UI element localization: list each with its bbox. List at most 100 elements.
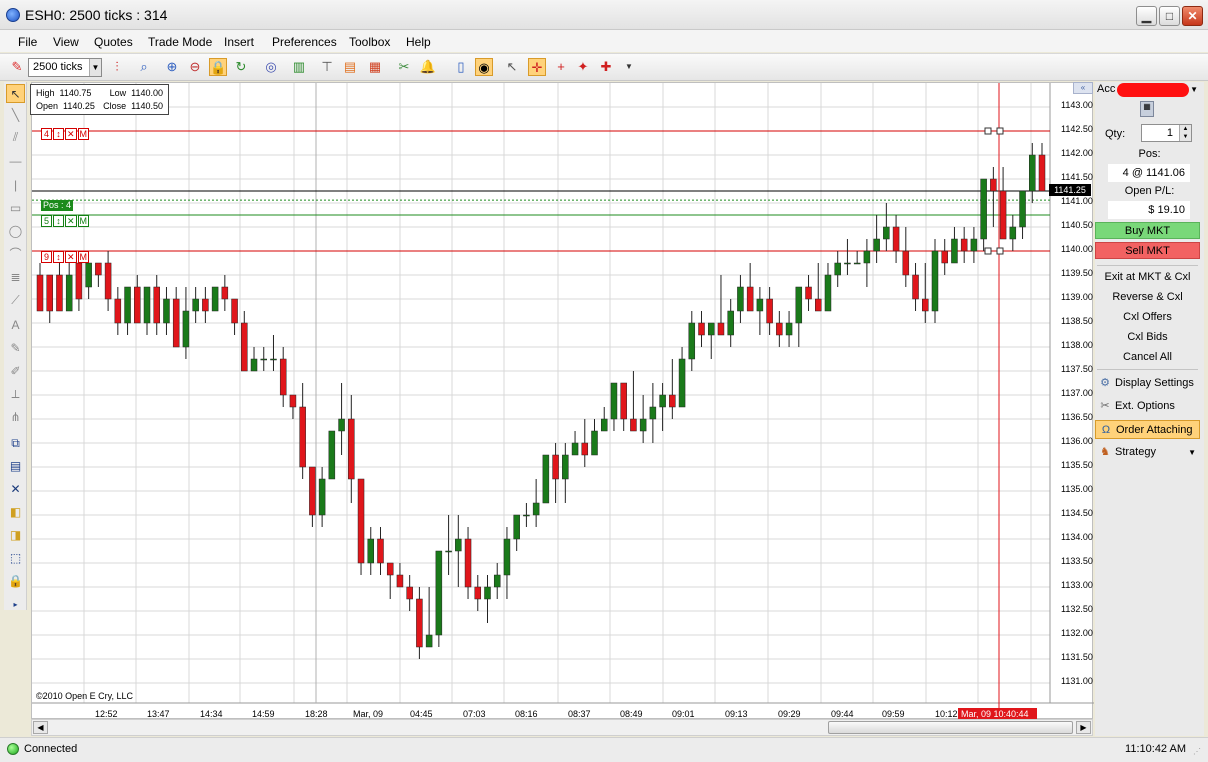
high-label: High: [36, 88, 55, 98]
ellipse-tool-icon[interactable]: ◯: [6, 222, 25, 241]
text-tool-icon[interactable]: A: [6, 316, 25, 335]
qty-stepper[interactable]: ▲ ▼: [1179, 125, 1191, 141]
exit-mkt-cxl-button[interactable]: Exit at MKT & Cxl: [1095, 271, 1200, 283]
select-tool-icon[interactable]: ↖: [6, 84, 25, 103]
pointer-icon[interactable]: ↖: [503, 58, 521, 76]
zoom-in-icon[interactable]: ⊕: [163, 58, 181, 76]
lock-drawing-icon[interactable]: 🔒: [6, 572, 25, 591]
calculator-icon[interactable]: ▦: [1140, 101, 1154, 117]
stop-order-tag[interactable]: 4 ↕ ✕ M: [41, 128, 90, 140]
expand-tools-icon[interactable]: ▸: [6, 595, 25, 614]
menu-insert[interactable]: Insert: [224, 35, 254, 49]
select-area-icon[interactable]: ⬚: [6, 549, 25, 568]
color-bars-icon[interactable]: ▤: [341, 58, 359, 76]
hierarchy-icon[interactable]: ⊤: [318, 58, 336, 76]
indicators-icon[interactable]: ▥: [290, 58, 308, 76]
menu-preferences[interactable]: Preferences: [272, 35, 337, 49]
chart-style-icon[interactable]: ⫶: [108, 58, 126, 76]
cancel-order-icon[interactable]: ✕: [65, 128, 77, 140]
cancel-order-icon[interactable]: ✕: [65, 251, 77, 263]
pen-tool-icon[interactable]: ✎: [6, 339, 25, 358]
chart-area[interactable]: [31, 82, 1094, 720]
maximize-button[interactable]: □: [1159, 6, 1180, 26]
account-dropdown-icon[interactable]: ▼: [1190, 85, 1198, 94]
buy-mkt-button[interactable]: Buy MKT: [1095, 222, 1200, 239]
crosshair-icon[interactable]: ✛: [528, 58, 546, 76]
order-mode[interactable]: M: [77, 128, 90, 140]
delete-drawing-icon[interactable]: ✕: [6, 480, 25, 499]
order-mode[interactable]: M: [77, 251, 90, 263]
bar-chart-icon[interactable]: ▦: [366, 58, 384, 76]
reverse-cxl-button[interactable]: Reverse & Cxl: [1095, 291, 1200, 303]
arc-tool-icon[interactable]: ⌒: [6, 245, 25, 264]
time-tick-label: 04:45: [410, 709, 433, 719]
vline-tool-icon[interactable]: |: [6, 176, 25, 195]
hline-tool-icon[interactable]: —: [6, 152, 25, 171]
move-order-icon[interactable]: ↕: [53, 251, 64, 263]
rectangle-tool-icon[interactable]: ▭: [6, 199, 25, 218]
menu-quotes[interactable]: Quotes: [94, 35, 133, 49]
resize-grip-icon[interactable]: ⋰: [1193, 747, 1205, 759]
minimize-button[interactable]: ▁: [1136, 6, 1157, 26]
properties-icon[interactable]: ▤: [6, 457, 25, 476]
crosshair-thin-icon[interactable]: +: [552, 58, 570, 76]
price-chart[interactable]: [32, 83, 1094, 720]
candle-body: [445, 550, 452, 553]
send-back-icon[interactable]: ◨: [6, 526, 25, 545]
scroll-right-icon[interactable]: ▶: [1076, 721, 1091, 734]
scroll-thumb[interactable]: [828, 721, 1073, 734]
lock-icon[interactable]: 🔒: [209, 58, 227, 76]
menu-help[interactable]: Help: [406, 35, 431, 49]
template-icon[interactable]: ⧉: [6, 434, 25, 453]
crosshair-dot-icon[interactable]: ✦: [574, 58, 592, 76]
tools-icon[interactable]: ✂: [395, 58, 413, 76]
refresh-icon[interactable]: ↻: [232, 58, 250, 76]
pin-icon[interactable]: ✎: [8, 58, 26, 76]
pitchfork-tool-icon[interactable]: ⋔: [6, 408, 25, 427]
strategy-button[interactable]: ♞ Strategy ▼: [1095, 443, 1200, 462]
order-mode[interactable]: M: [77, 215, 90, 227]
limit-order-tag-green[interactable]: 5 ↕ ✕ M: [41, 215, 90, 227]
crosshair-mode-icon[interactable]: ◎: [262, 58, 280, 76]
ext-options-button[interactable]: ✂ Ext. Options: [1095, 397, 1200, 416]
gann-tool-icon[interactable]: ⟋: [6, 291, 25, 310]
move-order-icon[interactable]: ↕: [53, 215, 64, 227]
zoom-out-icon[interactable]: ⊖: [186, 58, 204, 76]
close-button[interactable]: ✕: [1182, 6, 1203, 26]
fib-tool-icon[interactable]: ≣: [6, 268, 25, 287]
alert-bell-icon[interactable]: 🔔: [419, 58, 437, 76]
menu-file[interactable]: File: [18, 35, 37, 49]
cancel-order-icon[interactable]: ✕: [65, 215, 77, 227]
phone-icon[interactable]: ▯: [452, 58, 470, 76]
move-order-icon[interactable]: ↕: [53, 128, 64, 140]
toolbar-overflow-icon[interactable]: ▼: [620, 58, 638, 76]
marker-tool-icon[interactable]: ✐: [6, 362, 25, 381]
candle-body: [542, 454, 550, 504]
bring-front-icon[interactable]: ◧: [6, 503, 25, 522]
line-tool-icon[interactable]: ╲: [6, 106, 25, 125]
menu-view[interactable]: View: [53, 35, 79, 49]
display-settings-button[interactable]: ⚙ Display Settings: [1095, 374, 1200, 393]
candle-body: [562, 454, 569, 480]
crosshair-alt-icon[interactable]: ✚: [597, 58, 615, 76]
position-tag[interactable]: Pos : 4: [41, 200, 73, 211]
interval-select[interactable]: 2500 ticks ▼: [28, 58, 102, 77]
channel-tool-icon[interactable]: ⫽: [6, 128, 25, 147]
order-qty[interactable]: 9: [41, 251, 52, 263]
cxl-bids-button[interactable]: Cxl Bids: [1095, 331, 1200, 343]
scroll-left-icon[interactable]: ◀: [33, 721, 48, 734]
mouse-icon[interactable]: ◉: [475, 58, 493, 76]
order-qty[interactable]: 4: [41, 128, 52, 140]
menu-toolbox[interactable]: Toolbox: [349, 35, 390, 49]
sell-mkt-button[interactable]: Sell MKT: [1095, 242, 1200, 259]
cancel-all-button[interactable]: Cancel All: [1095, 351, 1200, 363]
horizontal-scrollbar[interactable]: ◀ ▶: [31, 719, 1093, 736]
menu-trade-mode[interactable]: Trade Mode: [148, 35, 212, 49]
order-attaching-button[interactable]: Ω Order Attaching: [1095, 420, 1200, 439]
fan-tool-icon[interactable]: ⟂: [6, 385, 25, 404]
zoom-icon[interactable]: ⌕: [135, 58, 153, 76]
limit-order-tag-red[interactable]: 9 ↕ ✕ M: [41, 251, 90, 263]
order-qty[interactable]: 5: [41, 215, 52, 227]
cxl-offers-button[interactable]: Cxl Offers: [1095, 311, 1200, 323]
collapse-panel-icon[interactable]: «: [1073, 82, 1093, 94]
